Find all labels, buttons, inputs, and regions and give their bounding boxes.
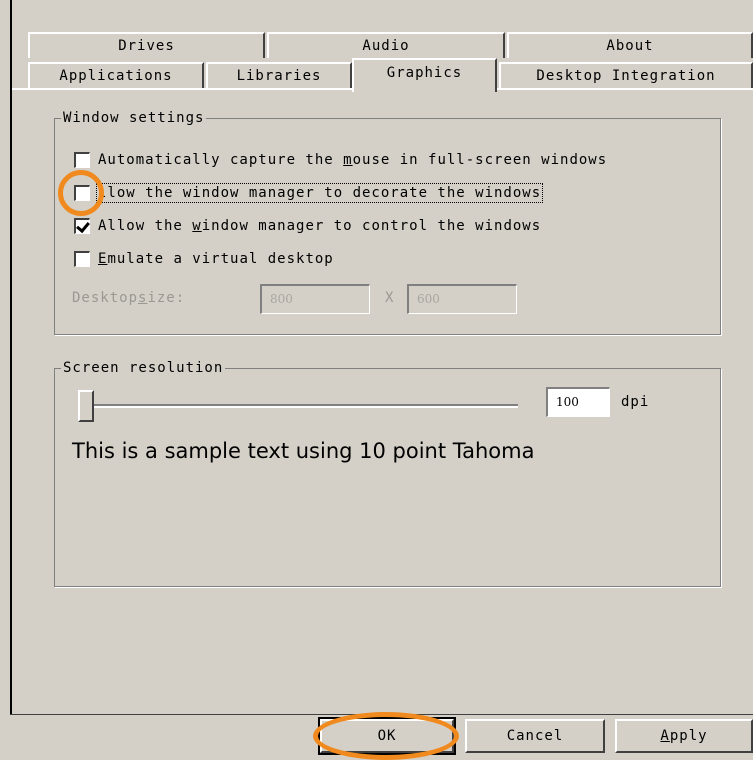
desktop-width-input[interactable]: 800 bbox=[260, 284, 370, 314]
ok-button[interactable]: OK bbox=[318, 717, 456, 755]
capture-mouse-checkbox[interactable] bbox=[74, 152, 90, 168]
tab-label: About bbox=[606, 38, 654, 54]
tab-label: Desktop Integration bbox=[536, 68, 716, 84]
tab-drives[interactable]: Drives bbox=[28, 32, 265, 58]
group-title: Window settings bbox=[61, 110, 207, 126]
tab-audio[interactable]: Audio bbox=[267, 32, 505, 58]
desktop-size-label: Desktop s ize: bbox=[72, 290, 186, 306]
tab-graphics[interactable]: Graphics bbox=[352, 58, 497, 92]
capture-mouse-option[interactable]: Automatically capture the mouse in full-… bbox=[74, 152, 607, 168]
tab-desktop-integration[interactable]: Desktop Integration bbox=[499, 62, 753, 88]
tab-about[interactable]: About bbox=[507, 32, 753, 58]
decorate-windows-checkbox[interactable] bbox=[74, 185, 90, 201]
button-label: Apply bbox=[660, 728, 708, 744]
tab-label: Libraries bbox=[236, 68, 322, 84]
desktop-height-input[interactable]: 600 bbox=[407, 284, 517, 314]
dpi-slider-thumb[interactable] bbox=[78, 390, 94, 422]
dpi-unit-label: dpi bbox=[621, 394, 650, 410]
virtual-desktop-checkbox[interactable] bbox=[74, 251, 90, 267]
sample-text: This is a sample text using 10 point Tah… bbox=[72, 439, 535, 463]
group-title: Screen resolution bbox=[61, 360, 226, 376]
control-windows-checkbox[interactable] bbox=[74, 218, 90, 234]
option-label: Allow the window manager to control the … bbox=[98, 218, 542, 234]
virtual-desktop-option[interactable]: Emulate a virtual desktop bbox=[74, 251, 334, 267]
apply-button[interactable]: Apply bbox=[615, 719, 753, 753]
tab-label: Drives bbox=[118, 38, 175, 54]
dpi-slider-track[interactable] bbox=[80, 404, 518, 408]
tab-label: Applications bbox=[59, 68, 173, 84]
tab-label: Audio bbox=[362, 38, 410, 54]
desktop-size-separator: X bbox=[385, 290, 395, 306]
option-label: llow the window manager to decorate the … bbox=[95, 183, 544, 203]
button-label: OK bbox=[377, 728, 397, 744]
tab-libraries[interactable]: Libraries bbox=[206, 62, 352, 88]
control-windows-option[interactable]: Allow the window manager to control the … bbox=[74, 218, 541, 234]
cancel-button[interactable]: Cancel bbox=[465, 719, 605, 753]
decorate-windows-option[interactable]: llow the window manager to decorate the … bbox=[74, 183, 544, 203]
option-label: Emulate a virtual desktop bbox=[98, 251, 334, 267]
panel-bottom-edge bbox=[10, 714, 753, 715]
dpi-input[interactable]: 100 bbox=[546, 387, 610, 417]
option-label: Automatically capture the mouse in full-… bbox=[98, 152, 608, 168]
tab-applications[interactable]: Applications bbox=[28, 62, 204, 88]
tab-label: Graphics bbox=[386, 65, 463, 81]
button-label: Cancel bbox=[506, 728, 564, 744]
